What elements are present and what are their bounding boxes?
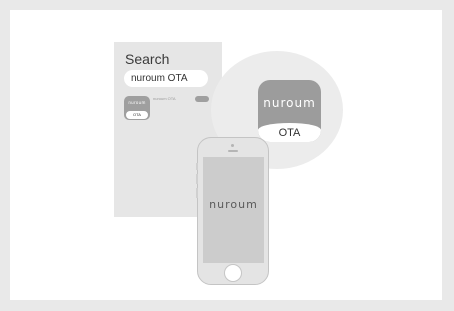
home-button[interactable] xyxy=(224,264,242,282)
search-input[interactable]: nuroum OTA xyxy=(124,70,208,87)
phone-screen-brand: nuroum xyxy=(209,198,258,211)
app-icon-label: OTA xyxy=(126,111,148,119)
search-title: Search xyxy=(125,51,170,67)
phone-side-button xyxy=(196,163,198,170)
search-result-app-icon[interactable]: nuroum OTA xyxy=(124,96,150,120)
app-icon-brand: nuroum xyxy=(128,100,146,105)
search-result-app-name: nuroum OTA xyxy=(153,96,176,101)
zoomed-app-icon: nuroum OTA xyxy=(258,80,321,142)
zoomed-app-icon-label: OTA xyxy=(258,123,321,142)
speaker-grille xyxy=(228,150,238,152)
phone-side-button xyxy=(196,174,198,184)
get-button[interactable] xyxy=(195,96,209,102)
zoomed-app-icon-brand: nuroum xyxy=(263,96,316,110)
phone-side-button xyxy=(196,188,198,198)
camera-icon xyxy=(231,144,234,147)
